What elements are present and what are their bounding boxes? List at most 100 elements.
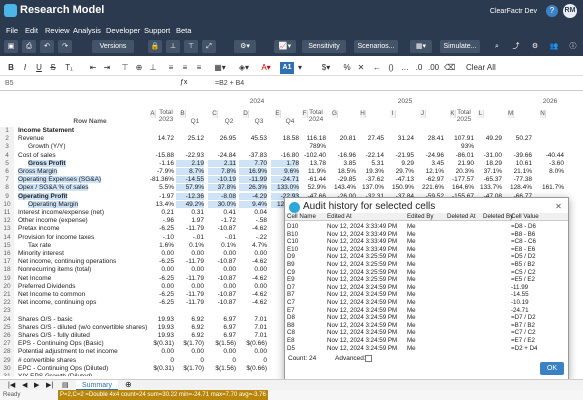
row-label[interactable]: Operating Margin: [28, 200, 79, 208]
ok-button[interactable]: OK: [540, 362, 564, 375]
fill-color-icon[interactable]: ◈▾: [236, 62, 252, 74]
cell[interactable]: 12.1%: [416, 168, 444, 175]
audit-column-header[interactable]: Deleted By: [483, 213, 513, 220]
cell[interactable]: -31.00: [474, 152, 502, 159]
cell[interactable]: 49.2%: [176, 200, 204, 208]
cell[interactable]: -11.79: [176, 275, 204, 282]
row-number[interactable]: 31: [0, 373, 14, 376]
cell[interactable]: 13.4%: [146, 201, 174, 208]
menu-beta[interactable]: Beta: [176, 26, 191, 35]
fx-icon[interactable]: ƒx: [180, 79, 187, 86]
row-label[interactable]: Gross Margin: [18, 168, 58, 175]
next-sheet-icon[interactable]: ▶: [34, 381, 39, 389]
cell[interactable]: -4.62: [239, 225, 267, 232]
cell[interactable]: -10.87: [208, 275, 236, 282]
column-letter[interactable]: A: [150, 110, 156, 118]
decimal-icon[interactable]: .0: [414, 62, 424, 74]
row-label[interactable]: EPS - Continuing Ops (Basic): [18, 340, 104, 347]
underline-icon[interactable]: U: [34, 62, 44, 74]
cell[interactable]: 6.97: [208, 332, 236, 339]
cell[interactable]: 789%: [298, 143, 326, 150]
cell[interactable]: -22.14: [356, 152, 384, 159]
cell[interactable]: -10.87: [208, 291, 236, 298]
column-letter[interactable]: I: [390, 110, 396, 118]
align-bottom-icon[interactable]: ⊥: [166, 40, 180, 53]
cell[interactable]: 0.00: [239, 266, 267, 273]
percent-icon[interactable]: %: [342, 62, 352, 74]
row-label[interactable]: Interest income/expense (net): [18, 209, 104, 216]
row-label[interactable]: Shares O/S - diluted (w/o convertible sh…: [18, 324, 147, 331]
cell[interactable]: 28.41: [416, 135, 444, 142]
cell[interactable]: -24.84: [208, 152, 236, 159]
cell[interactable]: -.96: [146, 217, 174, 224]
cell[interactable]: -14.55: [176, 176, 204, 184]
cell[interactable]: -4.62: [239, 291, 267, 298]
cell[interactable]: 1.97: [176, 217, 204, 224]
users-icon[interactable]: 👥: [548, 40, 560, 53]
cell[interactable]: 6.97: [208, 316, 236, 323]
cell[interactable]: 19.93: [146, 332, 174, 339]
row-label[interactable]: Revenue: [18, 135, 44, 142]
cell[interactable]: 133.7%: [474, 184, 502, 191]
cell[interactable]: $(1.70): [176, 340, 204, 347]
cell[interactable]: -11.79: [176, 291, 204, 298]
row-number[interactable]: 29: [0, 356, 14, 365]
cell[interactable]: -.01: [176, 234, 204, 241]
cell[interactable]: 20.3%: [446, 168, 474, 175]
cell[interactable]: -4.29: [239, 192, 267, 200]
row-number[interactable]: 5: [0, 159, 14, 168]
cell[interactable]: 0.00: [146, 250, 174, 257]
cell[interactable]: -40.44: [536, 152, 564, 159]
cell[interactable]: 26.3%: [239, 184, 267, 192]
row-label[interactable]: Income Statement: [18, 127, 74, 134]
align-right-icon[interactable]: ≡: [194, 62, 204, 74]
sensitivity-button[interactable]: Sensitivity: [302, 40, 346, 53]
row-number[interactable]: 28: [0, 348, 14, 357]
cell[interactable]: 50.27: [504, 135, 532, 142]
cell[interactable]: 0.31: [176, 209, 204, 216]
cell[interactable]: -29.85: [328, 176, 356, 183]
comma-icon[interactable]: ✕: [356, 62, 366, 74]
menu-file[interactable]: File: [6, 26, 18, 35]
cell[interactable]: 30.0%: [208, 200, 236, 208]
cell[interactable]: 116.18: [298, 135, 326, 142]
cell[interactable]: 93%: [446, 143, 474, 150]
cell[interactable]: -7.9%: [146, 168, 174, 175]
cell[interactable]: 10.61: [504, 160, 532, 167]
cell[interactable]: $(1.70): [176, 365, 204, 372]
cell[interactable]: 143.4%: [328, 184, 356, 191]
cell[interactable]: 0.00: [176, 266, 204, 273]
row-label[interactable]: Gross Profit: [28, 159, 66, 167]
audit-column-header[interactable]: Cell Name: [287, 213, 316, 220]
row-label[interactable]: Opex / SG&A % of sales: [18, 184, 89, 192]
cell[interactable]: 19.3%: [356, 168, 384, 175]
row-number[interactable]: 27: [0, 340, 14, 349]
cell[interactable]: 8.0%: [536, 168, 564, 175]
cell[interactable]: -77.38: [504, 176, 532, 183]
menu-edit[interactable]: Edit: [25, 26, 38, 35]
cell[interactable]: 2.11: [208, 159, 236, 167]
row-number[interactable]: 10: [0, 200, 14, 209]
cell[interactable]: 9.6%: [271, 168, 299, 175]
cell[interactable]: 49.29: [474, 135, 502, 142]
cell[interactable]: 9.4%: [239, 200, 267, 208]
cell[interactable]: -11.79: [176, 225, 204, 232]
cell[interactable]: -4.62: [239, 258, 267, 265]
row-label[interactable]: Growth (Y/Y): [28, 143, 66, 150]
cell[interactable]: 18.29: [474, 160, 502, 167]
cell[interactable]: -15.88: [146, 152, 174, 159]
cell[interactable]: -81.36%: [146, 176, 174, 183]
cell[interactable]: -3.60: [536, 160, 564, 167]
row-label[interactable]: Nonrecurring items (total): [18, 266, 91, 273]
formula-input[interactable]: =B2 + B4: [215, 80, 244, 87]
column-letter[interactable]: H: [360, 110, 366, 118]
row-number[interactable]: 8: [0, 184, 14, 193]
cell[interactable]: -86.01: [446, 152, 474, 159]
row-label[interactable]: Operating Profit: [18, 192, 68, 200]
cell[interactable]: -102.40: [298, 152, 326, 159]
cell[interactable]: 0.00: [208, 348, 236, 355]
column-letter[interactable]: C: [212, 110, 218, 118]
sheet-list-icon[interactable]: ▤: [62, 381, 69, 389]
row-number[interactable]: 18: [0, 266, 14, 275]
cell[interactable]: 0.00: [176, 250, 204, 257]
